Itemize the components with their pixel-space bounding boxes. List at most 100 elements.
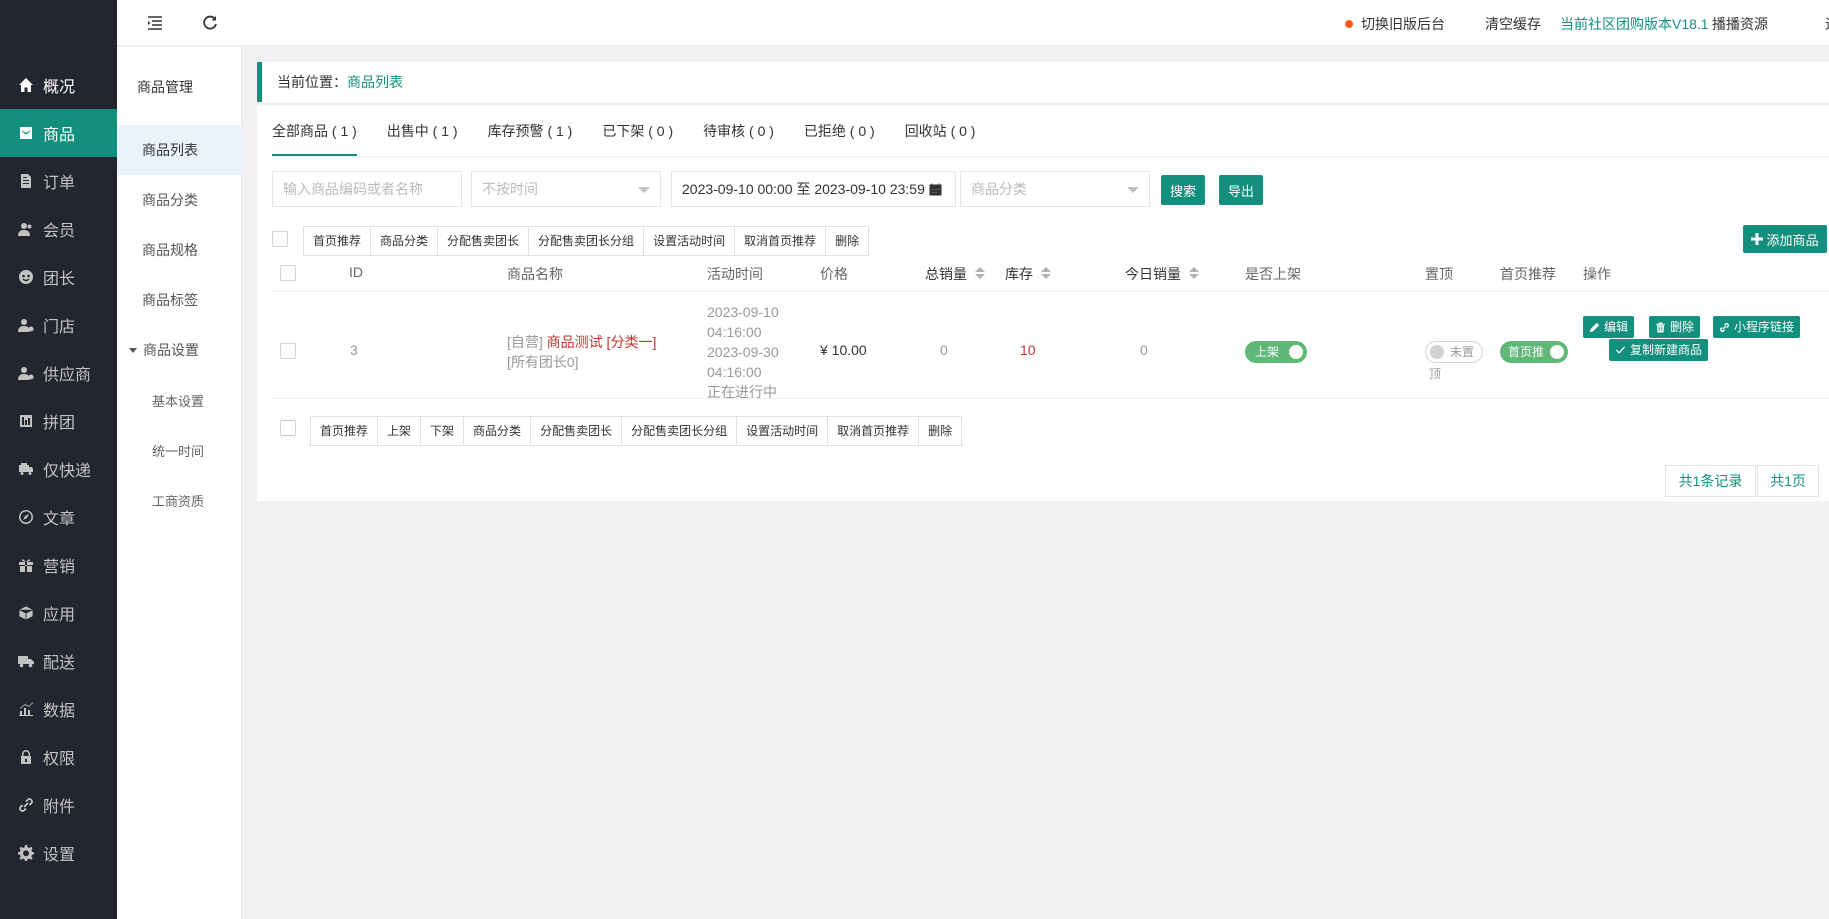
subnav-item-business-license[interactable]: 工商资质: [117, 475, 242, 525]
lock-icon: [17, 748, 35, 766]
clear-cache-link[interactable]: 清空缓存: [1485, 14, 1541, 34]
row-checkbox[interactable]: [280, 343, 296, 359]
nav-item-suppliers[interactable]: 供应商: [0, 349, 117, 397]
date-range-input[interactable]: 2023-09-10 00:00 至 2023-09-10 23:59: [671, 171, 956, 207]
batch-set-time-button[interactable]: 设置活动时间: [644, 227, 736, 255]
nav-item-marketing[interactable]: 营销: [0, 541, 117, 589]
nav-item-attachments[interactable]: 附件: [0, 781, 117, 829]
nav-label: 文章: [43, 511, 76, 528]
toggle-knob: [1430, 345, 1444, 359]
col-header-total-sales[interactable]: 总销量: [925, 264, 985, 284]
bottom-set-time-button[interactable]: 设置活动时间: [737, 417, 829, 445]
nav-item-settings[interactable]: 设置: [0, 829, 117, 877]
batch-delete-button[interactable]: 删除: [826, 227, 869, 255]
tab-divider: [272, 156, 1829, 157]
col-header-today-sales[interactable]: 今日销量: [1125, 264, 1199, 284]
tab-pending-review[interactable]: 待审核 ( 0 ): [703, 106, 789, 156]
tab-off-shelf[interactable]: 已下架 ( 0 ): [602, 106, 688, 156]
nav-item-stores[interactable]: 门店: [0, 301, 117, 349]
nav-item-overview[interactable]: 概况: [0, 61, 117, 109]
breadcrumb-prefix: 当前位置：: [277, 74, 347, 90]
nav-label: 会员: [43, 223, 76, 240]
subnav-item-goods-category[interactable]: 商品分类: [117, 175, 242, 225]
leader-icon: [17, 268, 35, 286]
row-status: 正在进行中: [707, 384, 777, 400]
nav-item-members[interactable]: 会员: [0, 205, 117, 253]
bottom-home-recommend-button[interactable]: 首页推荐: [311, 417, 379, 445]
export-button[interactable]: 导出: [1219, 175, 1263, 205]
nav-item-orders[interactable]: 订单: [0, 157, 117, 205]
refresh-icon[interactable]: [199, 12, 221, 34]
col-header-on-shelf: 是否上架: [1245, 266, 1301, 282]
bottom-assign-leader-group-button[interactable]: 分配售卖团长分组: [622, 417, 738, 445]
subnav-item-goods-spec[interactable]: 商品规格: [117, 225, 242, 275]
pin-top-toggle[interactable]: 未置: [1425, 341, 1483, 363]
keyword-search-input[interactable]: 输入商品编码或者名称: [272, 171, 462, 207]
select-all-checkbox[interactable]: [280, 265, 296, 281]
add-goods-button[interactable]: 添加商品: [1743, 225, 1827, 253]
nav-item-group-buy[interactable]: 拼团: [0, 397, 117, 445]
subnav-item-goods-list[interactable]: 商品列表: [117, 125, 242, 175]
menu-collapse-icon[interactable]: [144, 12, 166, 34]
row-today-sales: 0: [1140, 342, 1148, 358]
bottom-delete-button[interactable]: 删除: [919, 417, 962, 445]
tab-on-sale[interactable]: 出售中 ( 1 ): [387, 106, 473, 156]
tab-stock-warning[interactable]: 库存预警 ( 1 ): [488, 106, 588, 156]
pager-total-pages[interactable]: 共1页: [1757, 465, 1819, 497]
mini-program-link-button[interactable]: 小程序链接: [1713, 316, 1801, 338]
select-all-bottom-checkbox[interactable]: [280, 420, 296, 436]
nav-item-goods[interactable]: 商品: [0, 109, 117, 157]
edit-button[interactable]: 编辑: [1583, 316, 1635, 338]
breadcrumb-current[interactable]: 商品列表: [347, 72, 403, 92]
row-total-sales: 0: [940, 342, 948, 358]
subnav-item-basic-settings[interactable]: 基本设置: [117, 375, 242, 425]
category-select[interactable]: 商品分类: [960, 171, 1150, 207]
bottom-assign-leader-button[interactable]: 分配售卖团长: [531, 417, 623, 445]
on-shelf-toggle[interactable]: 上架: [1245, 341, 1307, 363]
home-recommend-toggle[interactable]: 首页推: [1500, 341, 1568, 363]
order-icon: [17, 172, 35, 190]
batch-category-button[interactable]: 商品分类: [371, 227, 439, 255]
batch-home-recommend-button[interactable]: 首页推荐: [304, 227, 372, 255]
row-stock: 10: [1020, 342, 1036, 358]
nav-item-apps[interactable]: 应用: [0, 589, 117, 637]
status-tabs: 全部商品 ( 1 ) 出售中 ( 1 ) 库存预警 ( 1 ) 已下架 ( 0 …: [272, 106, 1005, 156]
broadcast-resource-link[interactable]: 播播资源: [1712, 14, 1768, 34]
copy-new-goods-button[interactable]: 复制新建商品: [1609, 339, 1709, 361]
tab-recycle-bin[interactable]: 回收站 ( 0 ): [905, 106, 991, 156]
bottom-off-shelf-button[interactable]: 下架: [421, 417, 465, 445]
main-sidebar: 概况 商品 订单 会员 团长 门店 供应商 拼团 仅快递 文章 营销 应用 配送…: [0, 0, 117, 919]
logout-link[interactable]: 退: [1825, 14, 1829, 34]
status-dot: [1345, 20, 1353, 29]
version-link[interactable]: 当前社区团购版本V18.1: [1560, 14, 1709, 34]
bottom-category-button[interactable]: 商品分类: [464, 417, 532, 445]
nav-item-data[interactable]: 数据: [0, 685, 117, 733]
batch-assign-leader-group-button[interactable]: 分配售卖团长分组: [529, 227, 645, 255]
nav-item-delivery[interactable]: 配送: [0, 637, 117, 685]
bottom-on-shelf-button[interactable]: 上架: [378, 417, 422, 445]
nav-label: 概况: [43, 79, 76, 96]
goods-subnav: 商品管理 商品列表 商品分类 商品规格 商品标签 商品设置 基本设置 统一时间 …: [117, 47, 242, 919]
nav-item-articles[interactable]: 文章: [0, 493, 117, 541]
bottom-cancel-recommend-button[interactable]: 取消首页推荐: [828, 417, 920, 445]
batch-assign-leader-button[interactable]: 分配售卖团长: [438, 227, 530, 255]
select-all-top-checkbox[interactable]: [272, 231, 288, 247]
subnav-item-goods-tag[interactable]: 商品标签: [117, 275, 242, 325]
row-goods-name[interactable]: [自营] 商品测试 [分类一]: [507, 332, 656, 352]
batch-cancel-recommend-button[interactable]: 取消首页推荐: [735, 227, 827, 255]
switch-old-admin-link[interactable]: 切换旧版后台: [1345, 14, 1445, 34]
time-filter-select[interactable]: 不按时间: [471, 171, 661, 207]
nav-item-express[interactable]: 仅快递: [0, 445, 117, 493]
search-button[interactable]: 搜索: [1161, 175, 1205, 205]
dropdown-arrow-icon: [638, 187, 650, 193]
tab-all-goods[interactable]: 全部商品 ( 1 ): [272, 106, 372, 156]
subnav-group-goods-settings[interactable]: 商品设置: [117, 325, 242, 375]
nav-label: 权限: [43, 751, 76, 768]
nav-item-permissions[interactable]: 权限: [0, 733, 117, 781]
nav-item-leaders[interactable]: 团长: [0, 253, 117, 301]
col-header-stock[interactable]: 库存: [1005, 264, 1051, 284]
trash-icon: [1655, 321, 1666, 333]
delete-button[interactable]: 删除: [1649, 316, 1701, 338]
tab-rejected[interactable]: 已拒绝 ( 0 ): [804, 106, 890, 156]
subnav-item-unified-time[interactable]: 统一时间: [117, 425, 242, 475]
